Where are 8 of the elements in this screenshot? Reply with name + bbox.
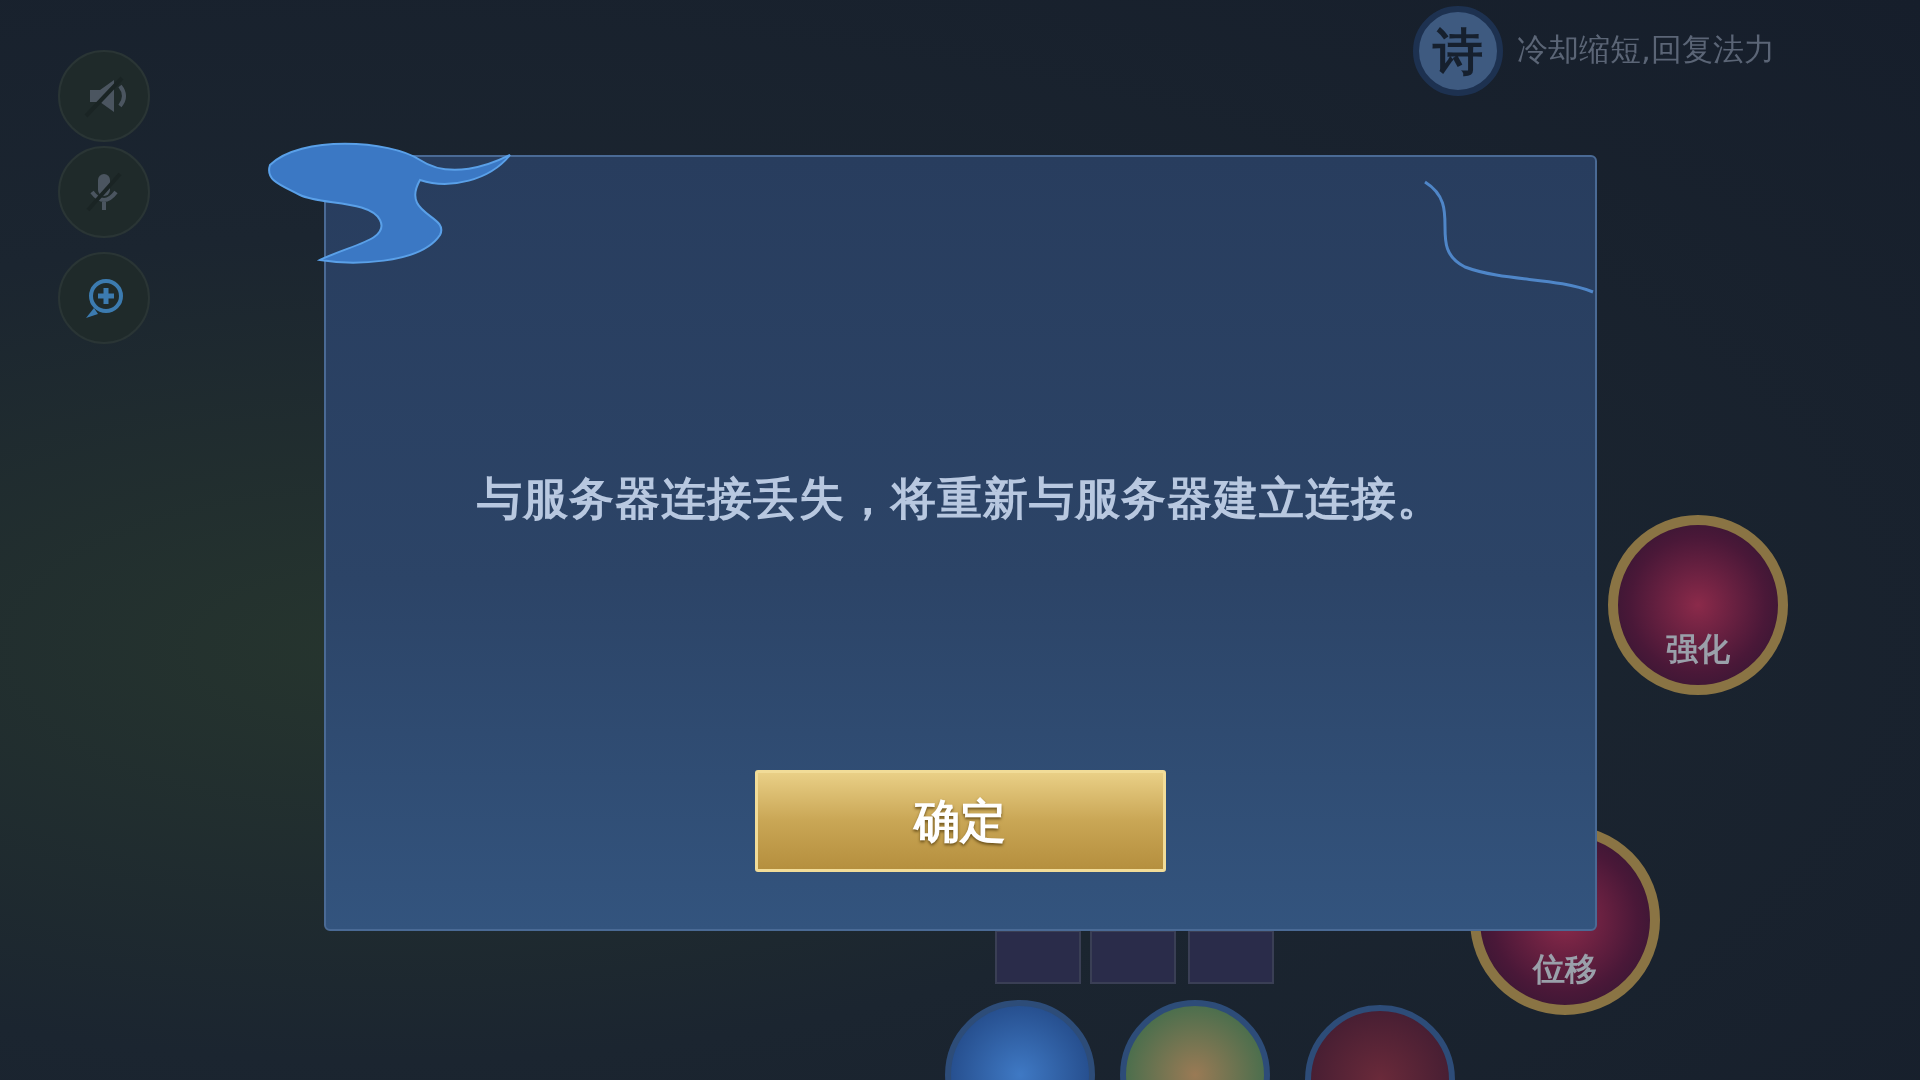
confirm-button[interactable]: 确定	[754, 770, 1166, 872]
skill-label: 强化	[1666, 629, 1730, 670]
item-slot[interactable]	[1090, 930, 1176, 984]
skill-label: 位移	[1533, 949, 1597, 990]
hint-text: 冷却缩短,回复法力	[1517, 30, 1775, 69]
item-slot[interactable]	[995, 930, 1081, 984]
dialog-message: 与服务器连接丢失，将重新与服务器建立连接。	[477, 471, 1443, 527]
item-slot[interactable]	[1188, 930, 1274, 984]
